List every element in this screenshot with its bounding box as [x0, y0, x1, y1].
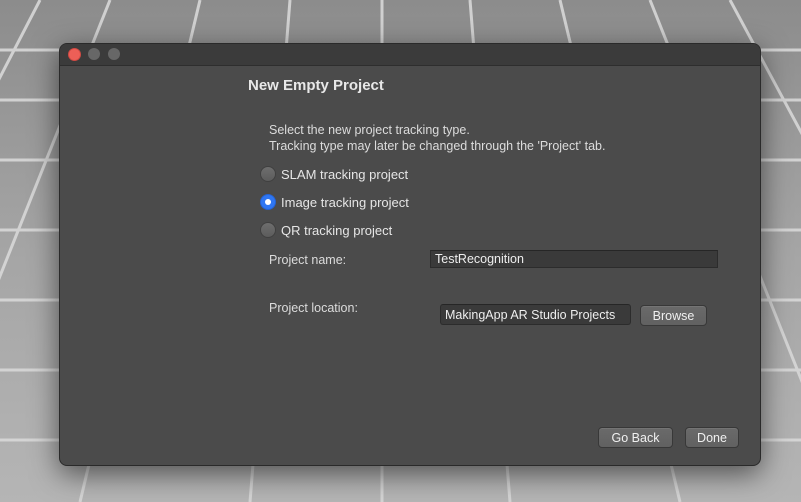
radio-option-qr[interactable]: QR tracking project: [260, 220, 392, 240]
browse-button[interactable]: Browse: [640, 305, 707, 326]
radio-label-image[interactable]: Image tracking project: [281, 195, 409, 210]
done-button[interactable]: Done: [685, 427, 739, 448]
radio-option-slam[interactable]: SLAM tracking project: [260, 164, 408, 184]
minimize-window-button[interactable]: [88, 48, 100, 60]
radio-option-image[interactable]: Image tracking project: [260, 192, 409, 212]
project-location-label: Project location:: [269, 301, 358, 315]
close-window-button[interactable]: [68, 48, 81, 61]
radio-label-slam[interactable]: SLAM tracking project: [281, 167, 408, 182]
new-project-dialog: New Empty Project Select the new project…: [59, 43, 761, 466]
zoom-window-button[interactable]: [108, 48, 120, 60]
radio-label-qr[interactable]: QR tracking project: [281, 223, 392, 238]
dialog-title: New Empty Project: [248, 77, 384, 94]
go-back-button[interactable]: Go Back: [598, 427, 673, 448]
description-line-2: Tracking type may later be changed throu…: [269, 139, 606, 153]
radio-button-image[interactable]: [260, 194, 276, 210]
window-titlebar: [60, 44, 760, 66]
project-location-field[interactable]: [440, 304, 631, 325]
project-name-label: Project name:: [269, 253, 347, 267]
radio-button-slam[interactable]: [260, 166, 276, 182]
project-name-input[interactable]: [430, 250, 718, 268]
radio-button-qr[interactable]: [260, 222, 276, 238]
description-line-1: Select the new project tracking type.: [269, 123, 470, 137]
